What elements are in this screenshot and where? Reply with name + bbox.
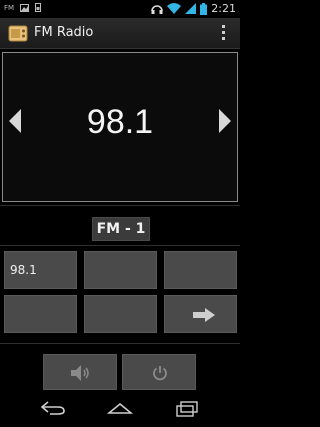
- fm-notify-icon: FM: [4, 3, 15, 12]
- battery-icon: [200, 2, 208, 15]
- wifi-icon: [167, 3, 182, 14]
- next-frequency-icon[interactable]: [219, 109, 231, 133]
- power-button[interactable]: [122, 354, 196, 390]
- speaker-button[interactable]: [43, 354, 117, 390]
- divider: [0, 245, 240, 246]
- status-notifications: FM: [4, 3, 42, 12]
- frequency-display: 98.1: [2, 52, 238, 202]
- preset-grid: 98.1: [4, 251, 237, 335]
- clock: 2:21: [211, 2, 236, 15]
- divider: [0, 343, 240, 344]
- navigation-bar: [0, 395, 240, 427]
- radio-app-icon: [8, 25, 28, 42]
- headphones-icon: [151, 4, 164, 14]
- home-icon[interactable]: [107, 401, 133, 415]
- overflow-menu-icon[interactable]: [222, 25, 226, 41]
- sim-notify-icon: [35, 3, 42, 12]
- app-title: FM Radio: [34, 25, 94, 40]
- preset-button-1[interactable]: 98.1: [4, 251, 77, 289]
- status-bar: FM 2:21: [0, 0, 240, 18]
- band-label: FM - 1: [92, 217, 150, 241]
- preset-button-2[interactable]: [84, 251, 157, 289]
- recents-icon[interactable]: [175, 401, 199, 417]
- frequency-value: 98.1: [86, 103, 154, 141]
- action-bar: FM Radio: [0, 18, 240, 49]
- bottom-controls: [0, 349, 240, 395]
- speaker-icon: [71, 365, 89, 381]
- preset-button-5[interactable]: [84, 295, 157, 333]
- preset-button-3[interactable]: [164, 251, 237, 289]
- back-icon[interactable]: [40, 401, 66, 415]
- image-notify-icon: [20, 3, 30, 12]
- signal-icon: [185, 3, 197, 14]
- next-page-arrow-icon: [193, 308, 215, 322]
- divider: [0, 205, 240, 206]
- preset-next-page-button[interactable]: [164, 295, 237, 333]
- power-icon: [153, 366, 167, 381]
- preset-label: 98.1: [10, 263, 37, 277]
- preset-button-4[interactable]: [4, 295, 77, 333]
- status-system: 2:21: [151, 2, 236, 15]
